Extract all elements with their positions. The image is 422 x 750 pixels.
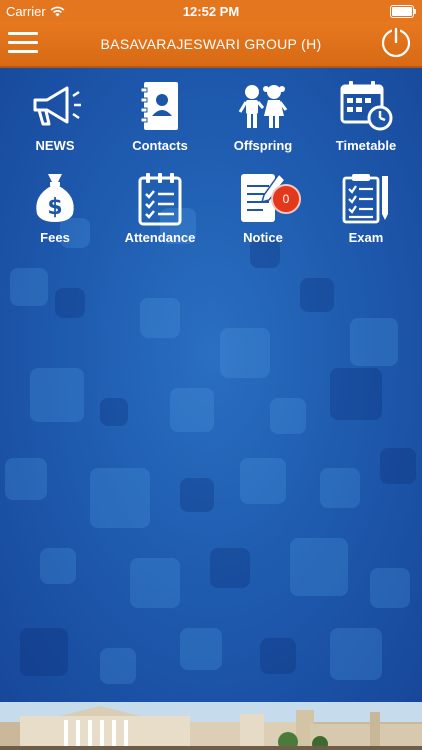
clipboard-check-icon <box>138 173 182 226</box>
tile-label: Offspring <box>233 138 293 153</box>
tile-label: Notice <box>243 230 283 245</box>
money-bag-icon: $ <box>36 174 74 222</box>
campus-building-image <box>0 702 422 750</box>
tile-attendance[interactable]: Attendance <box>110 170 210 258</box>
tile-fees[interactable]: $ Fees <box>5 170 105 258</box>
tile-label: Timetable <box>335 138 397 153</box>
tile-label: Attendance <box>124 230 196 245</box>
status-bar: Carrier 12:52 PM <box>0 0 422 22</box>
tile-label: Exam <box>348 230 384 245</box>
power-icon[interactable] <box>380 27 412 59</box>
notice-count-badge: 0 <box>271 184 301 214</box>
calendar-clock-icon <box>340 81 393 131</box>
tile-timetable[interactable]: Timetable <box>316 78 416 166</box>
megaphone-icon <box>33 86 81 126</box>
header-bar: BASAVARAJESWARI GROUP (H) <box>0 22 422 68</box>
exam-paper-icon <box>342 174 388 224</box>
svg-text:$: $ <box>47 195 62 220</box>
tile-news[interactable]: NEWS <box>5 78 105 166</box>
tile-label: Fees <box>40 230 70 245</box>
contacts-book-icon <box>140 82 178 130</box>
tile-offspring[interactable]: Offspring <box>213 78 313 166</box>
dashboard-area: NEWS Contacts Offspring Timetable $ Fees… <box>0 68 422 702</box>
children-icon <box>238 85 288 128</box>
tile-notice[interactable]: 0 Notice <box>213 170 313 258</box>
page-title: BASAVARAJESWARI GROUP (H) <box>100 36 322 52</box>
tile-label: NEWS <box>35 138 75 153</box>
tile-exam[interactable]: Exam <box>316 170 416 258</box>
tile-label: Contacts <box>132 138 188 153</box>
tile-contacts[interactable]: Contacts <box>110 78 210 166</box>
clock: 12:52 PM <box>182 4 240 19</box>
battery-icon <box>390 5 416 18</box>
